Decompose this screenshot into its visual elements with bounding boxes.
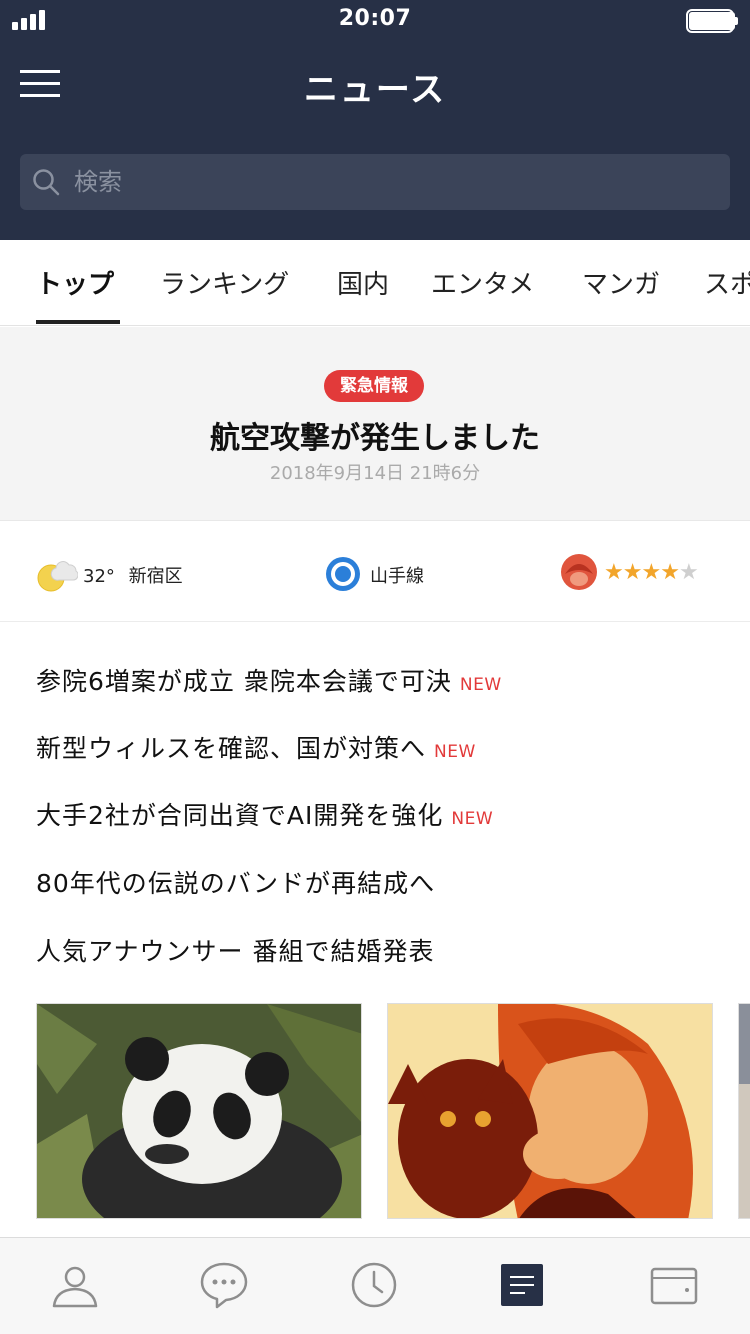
sun-cloud-icon [37, 561, 78, 592]
star-icon: ★ [641, 560, 661, 585]
clock-icon[interactable] [349, 1260, 399, 1310]
status-time: 20:07 [338, 6, 412, 31]
weather-temp: 32° [83, 566, 115, 587]
search-bar[interactable] [20, 154, 730, 210]
alert-title: 航空攻撃が発生しました [210, 421, 540, 456]
train-line-icon [326, 557, 360, 591]
headline-item[interactable]: 80年代の伝説のバンドが再結成へ [36, 864, 435, 900]
tab-manga[interactable]: マンガ [582, 264, 660, 301]
info-widgets: 32° 新宿区 山手線 ★★★★★ [0, 522, 750, 622]
tab-ranking[interactable]: ランキング [160, 264, 289, 301]
star-icon: ★ [604, 560, 624, 585]
headline-text: 新型ウィルスを確認、国が対策へ [36, 734, 427, 763]
headline-text: 人気アナウンサー 番組で結婚発表 [36, 937, 435, 966]
status-bar: 20:07 [0, 0, 750, 44]
alert-date: 2018年9月14日 21時6分 [269, 463, 481, 484]
tab-sports[interactable]: スポ [704, 264, 750, 301]
weather-location: 新宿区 [128, 566, 183, 587]
star-icon: ★ [660, 560, 680, 585]
new-badge: NEW [451, 809, 494, 829]
alert-badge: 緊急情報 [324, 370, 424, 402]
photo-card-panda[interactable] [36, 1003, 362, 1219]
new-badge: NEW [459, 675, 502, 695]
woman-cat-image [388, 1004, 712, 1218]
search-icon [33, 169, 60, 196]
headline-item[interactable]: 大手2社が合同出資でAI開発を強化 NEW [36, 796, 493, 832]
wallet-icon[interactable] [649, 1260, 699, 1310]
headline-text: 参院6増案が成立 衆院本会議で可決 [36, 667, 452, 696]
chat-bubble-icon[interactable] [199, 1260, 249, 1310]
tab-active-indicator [36, 320, 120, 324]
headline-text: 80年代の伝説のバンドが再結成へ [36, 869, 436, 898]
train-line-label[interactable]: 山手線 [370, 562, 424, 588]
page-title: ニュース [303, 70, 447, 110]
new-badge: NEW [434, 742, 476, 762]
header: 20:07 ニュース [0, 0, 750, 240]
tab-domestic[interactable]: 国内 [337, 264, 389, 301]
photo-card-partial[interactable] [738, 1003, 750, 1219]
tab-entertainment[interactable]: エンタメ [431, 264, 534, 301]
bottom-nav [0, 1237, 750, 1334]
emergency-alert[interactable]: 緊急情報 航空攻撃が発生しました 2018年9月14日 21時6分 [0, 327, 750, 521]
partial-image [739, 1004, 750, 1218]
star-icon: ★ [622, 560, 643, 585]
panda-image [37, 1004, 361, 1218]
fortune-avatar-icon [561, 554, 597, 590]
photo-card-cat[interactable] [387, 1003, 713, 1219]
headline-item[interactable]: 参院6増案が成立 衆院本会議で可決 NEW [36, 662, 502, 698]
news-icon[interactable] [497, 1260, 547, 1310]
search-input[interactable] [74, 154, 714, 210]
person-icon[interactable] [50, 1260, 100, 1310]
headline-item[interactable]: 人気アナウンサー 番組で結婚発表 [36, 932, 434, 968]
battery-icon [686, 9, 738, 33]
tab-top[interactable]: トップ [36, 264, 114, 301]
weather-info[interactable]: 32° 新宿区 [83, 562, 183, 588]
fortune-rating[interactable]: ★★★★★ [604, 560, 699, 585]
category-tabs: トップ ランキング 国内 エンタメ マンガ スポ [0, 240, 750, 326]
headline-text: 大手2社が合同出資でAI開発を強化 [36, 801, 444, 830]
headline-item[interactable]: 新型ウィルスを確認、国が対策へ NEW [36, 729, 476, 765]
star-empty-icon: ★ [678, 560, 699, 585]
